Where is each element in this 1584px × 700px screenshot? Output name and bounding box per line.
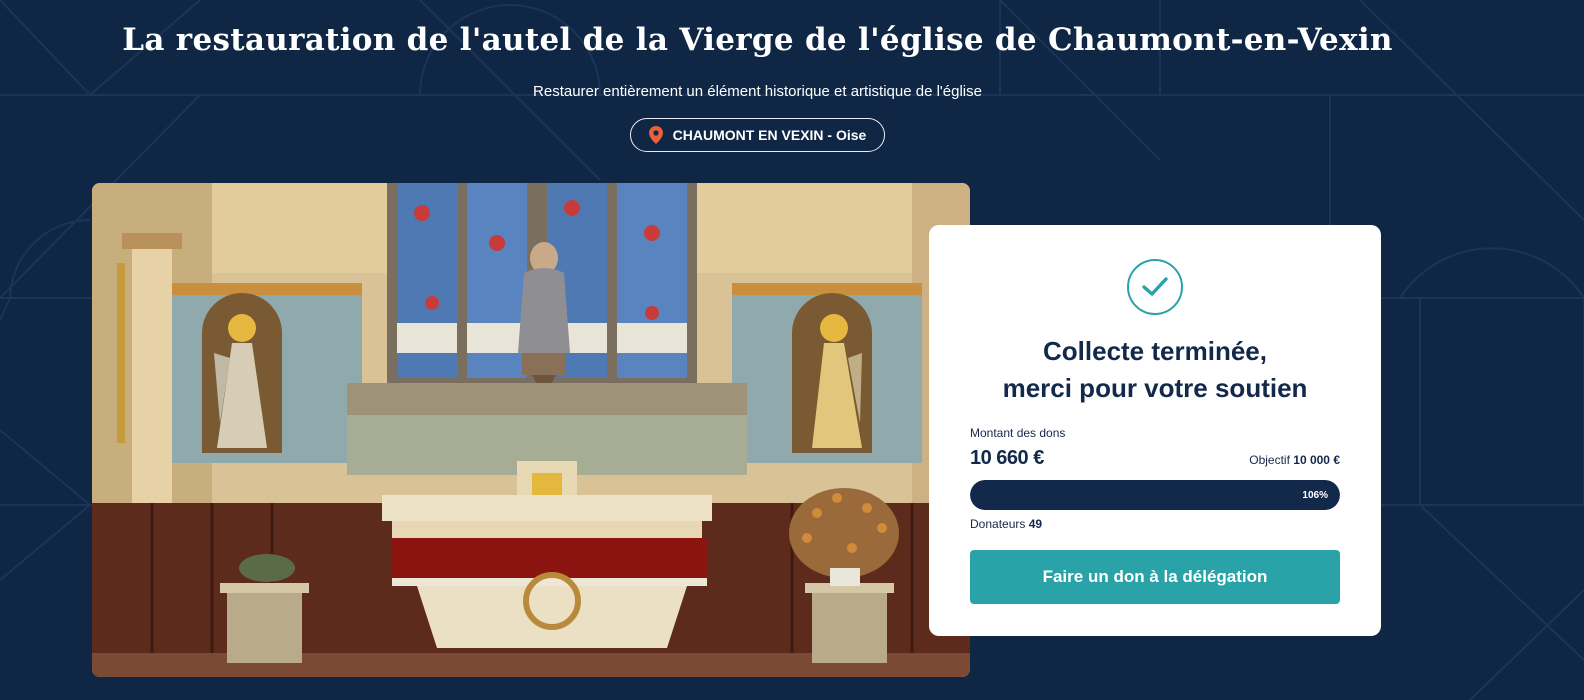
progress-fill: 106% bbox=[970, 480, 1340, 510]
progress-percent: 106% bbox=[1302, 489, 1328, 501]
donors-label: Donateurs bbox=[970, 517, 1026, 531]
status-line-1: Collecte terminée, bbox=[1043, 336, 1267, 366]
goal-label: Objectif bbox=[1249, 453, 1290, 467]
donors-count: Donateurs 49 bbox=[970, 517, 1042, 531]
location-badge: CHAUMONT EN VEXIN - Oise bbox=[630, 118, 885, 152]
goal: Objectif 10 000 € bbox=[1249, 453, 1340, 467]
check-icon bbox=[1127, 259, 1183, 315]
amount-label: Montant des dons bbox=[970, 426, 1066, 440]
project-photo bbox=[92, 183, 970, 677]
page-subtitle: Restaurer entièrement un élément histori… bbox=[533, 83, 982, 100]
map-pin-icon bbox=[648, 126, 663, 144]
campaign-status: Collecte terminée, merci pour votre sout… bbox=[929, 333, 1381, 407]
status-line-2: merci pour votre soutien bbox=[1002, 373, 1308, 403]
goal-value: 10 000 € bbox=[1293, 453, 1340, 467]
progress-bar: 106% bbox=[970, 480, 1340, 510]
donors-value: 49 bbox=[1028, 517, 1043, 531]
amount-value: 10 660 € bbox=[970, 447, 1044, 469]
location-label: CHAUMONT EN VEXIN - Oise bbox=[672, 127, 867, 143]
donate-button[interactable]: Faire un don à la délégation bbox=[970, 550, 1340, 604]
campaign-card: Collecte terminée, merci pour votre sout… bbox=[929, 225, 1381, 636]
page-title: La restauration de l'autel de la Vierge … bbox=[122, 22, 1393, 58]
